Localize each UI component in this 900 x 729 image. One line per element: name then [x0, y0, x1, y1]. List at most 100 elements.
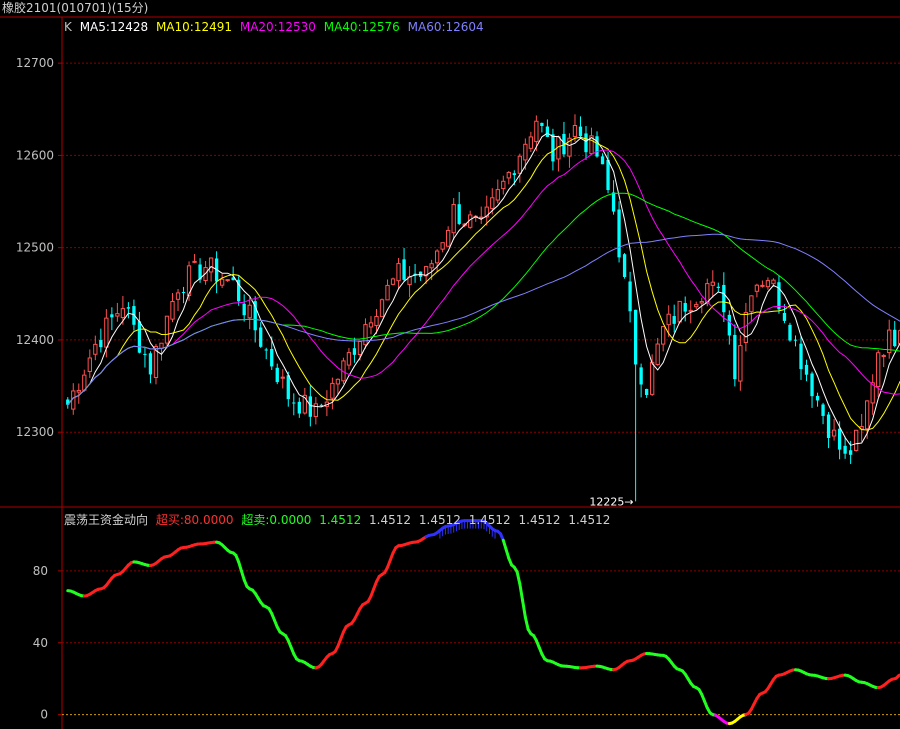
- chart-canvas[interactable]: 12300 12400 12500 12600 12700 12225→ 0 40 80: [0, 0, 900, 729]
- indicator-segment: [515, 570, 522, 586]
- candle-body-down: [242, 303, 246, 316]
- candle-body-down: [622, 254, 627, 277]
- candle-body-up: [330, 382, 335, 399]
- candle-body-up: [374, 316, 379, 326]
- candles: [66, 114, 900, 502]
- candle-body-down: [782, 312, 787, 321]
- legend-k: K: [64, 20, 72, 34]
- candle-body-up: [76, 389, 81, 393]
- candle-body-down: [727, 314, 731, 336]
- candle-body-down: [606, 159, 610, 191]
- candle-body-down: [457, 204, 461, 224]
- candle-body-up: [357, 341, 363, 355]
- candle-body-down: [137, 321, 142, 353]
- indicator-v1: 1.4512: [319, 513, 362, 527]
- y-tick-label: 12400: [16, 333, 54, 347]
- candle-body-up: [313, 403, 319, 418]
- candle-body-down: [793, 339, 798, 341]
- candle-body-up: [876, 352, 881, 388]
- candle-body-down: [848, 450, 853, 455]
- indicator-v6: 1.4512: [568, 513, 611, 527]
- indicator-overbought: 超买:80.0000: [155, 513, 234, 527]
- candle-body-up: [346, 352, 352, 366]
- candle-body-up: [429, 263, 434, 269]
- y-tick-label: 12700: [16, 56, 54, 70]
- candle-body-down: [286, 375, 290, 400]
- candle-body-down: [815, 395, 820, 401]
- indicator-oversold: 超卖:0.0000: [241, 513, 312, 527]
- candle-body-down: [810, 373, 814, 397]
- candle-body-up: [159, 342, 164, 349]
- candle-body-down: [143, 353, 147, 355]
- low-price-label: 12225→: [589, 495, 633, 508]
- candle-body-up: [523, 143, 528, 161]
- indicator-tick-label: 0: [40, 708, 48, 722]
- candle-body-down: [826, 414, 831, 438]
- candle-body-down: [126, 307, 131, 309]
- candle-body-down: [545, 126, 550, 137]
- candle-body-down: [551, 134, 555, 162]
- candle-body-up: [694, 304, 699, 308]
- candle-body-down: [584, 133, 588, 153]
- candle-body-up: [120, 308, 126, 319]
- candle-body-down: [843, 445, 847, 454]
- candle-body-up: [87, 357, 92, 372]
- candle-body-up: [451, 203, 456, 234]
- candle-body-down: [292, 402, 296, 404]
- candle-body-down: [319, 404, 324, 406]
- indicator-name: 震荡王资金动向: [64, 513, 149, 527]
- candle-body-down: [264, 349, 268, 351]
- candle-body-up: [115, 313, 120, 317]
- candle-body-down: [722, 284, 726, 313]
- series-ma20: [67, 149, 900, 406]
- candle-body-down: [352, 348, 357, 355]
- candle-body-up: [831, 429, 837, 437]
- candle-body-up: [208, 257, 214, 273]
- indicator-v5: 1.4512: [518, 513, 561, 527]
- candle-body-down: [540, 122, 544, 126]
- series-ma60: [67, 233, 900, 406]
- candle-body-up: [175, 292, 181, 300]
- candle-body-up: [490, 197, 495, 209]
- candle-body-down: [275, 367, 279, 383]
- candle-body-down: [837, 428, 842, 450]
- indicator-v2: 1.4512: [369, 513, 412, 527]
- candle-body-up: [754, 284, 760, 292]
- candle-body-up: [534, 120, 539, 143]
- candle-body-down: [799, 343, 803, 370]
- legend-ma20: MA20:12530: [239, 20, 316, 34]
- candle-body-up: [390, 278, 396, 285]
- series-ma5: [67, 132, 900, 446]
- candle-body-up: [164, 315, 170, 344]
- candle-body-up: [749, 295, 754, 313]
- candle-body-up: [379, 299, 385, 318]
- candle-body-down: [893, 329, 897, 347]
- candle-body-up: [853, 429, 859, 451]
- candle-body-down: [777, 282, 781, 310]
- candle-body-up: [82, 374, 87, 391]
- candle-body-up: [280, 376, 285, 379]
- indicator-tick-label: 80: [33, 564, 48, 578]
- candle-body-down: [270, 348, 274, 367]
- candle-body-up: [368, 322, 374, 328]
- y-tick-label: 12600: [16, 148, 54, 162]
- candle-body-up: [655, 343, 660, 366]
- candle-body-down: [733, 334, 737, 380]
- candle-body-down: [99, 340, 103, 348]
- indicator-legend: 震荡王资金动向 超买:80.0000 超卖:0.0000 1.4512 1.45…: [64, 511, 614, 528]
- candle-body-up: [528, 136, 534, 149]
- candle-body-down: [804, 364, 809, 375]
- indicator-line: [66, 519, 900, 726]
- candle-body-up: [93, 343, 98, 355]
- candle-body-up: [881, 354, 886, 357]
- candle-body-up: [572, 125, 578, 137]
- candle-body-up: [434, 250, 440, 264]
- candle-body-down: [297, 401, 301, 414]
- candle-body-down: [644, 388, 649, 395]
- candle-body-up: [219, 278, 225, 286]
- candle-body-up: [771, 279, 776, 285]
- indicator-v3: 1.4512: [418, 513, 461, 527]
- candle-body-up: [335, 378, 341, 385]
- candle-body-up: [385, 284, 390, 301]
- candle-body-up: [225, 279, 230, 282]
